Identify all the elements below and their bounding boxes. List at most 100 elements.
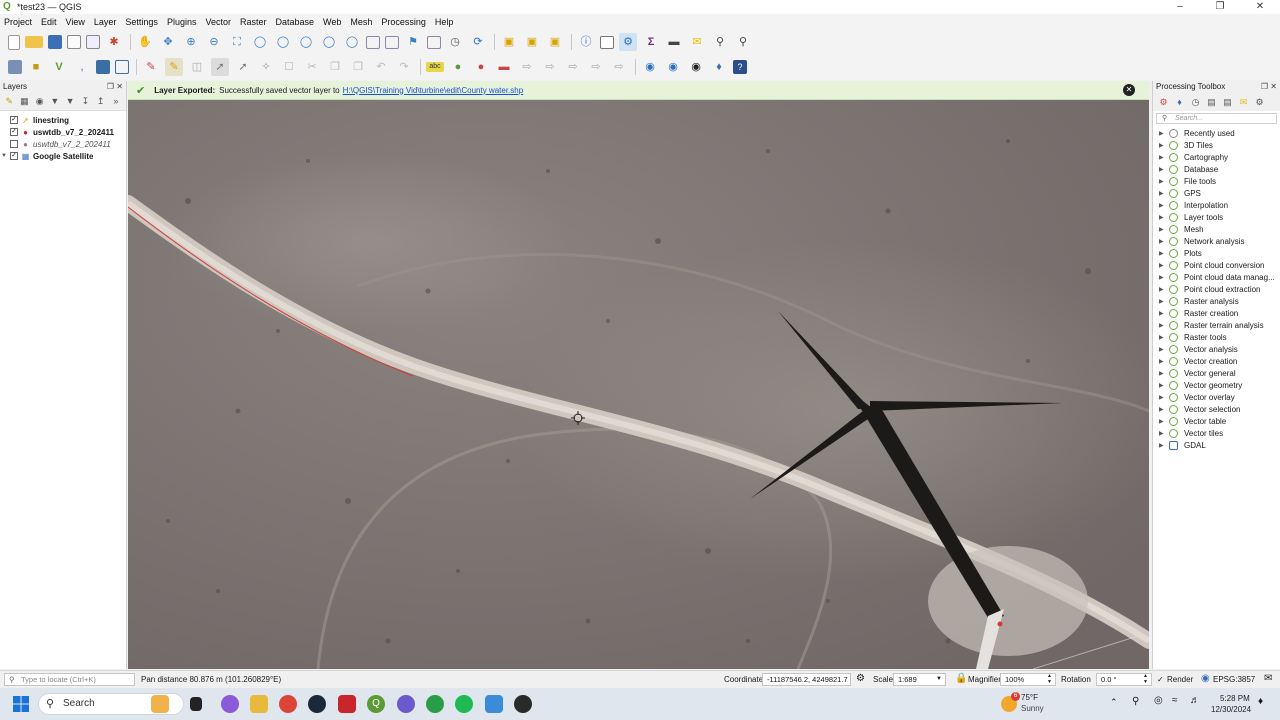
toolbox-group[interactable]: ▶ Vector tiles xyxy=(1153,427,1280,439)
menu-vector[interactable]: Vector xyxy=(205,17,231,27)
tips-icon[interactable]: ✉ xyxy=(1238,97,1249,108)
menu-processing[interactable]: Processing xyxy=(381,17,426,27)
plugin-globe-icon[interactable]: ◉ xyxy=(687,58,705,76)
digitize-line-icon[interactable]: ➚ xyxy=(211,58,229,76)
toolbox-group[interactable]: ▶ Vector overlay xyxy=(1153,391,1280,403)
toolbox-group[interactable]: ▶ Mesh xyxy=(1153,223,1280,235)
coordinate-field[interactable]: -11187546.2, 4249821.7 xyxy=(762,673,851,686)
add-raster-layer-icon[interactable] xyxy=(96,60,110,74)
toolbox-group[interactable]: ▶ Vector creation xyxy=(1153,355,1280,367)
layer-row-uswtdb-copy[interactable]: ● uswtdb_v7_2_202411 xyxy=(0,138,126,150)
expand-arrow-icon[interactable]: ▼ xyxy=(0,153,8,159)
locator-search-input[interactable]: ⚲ Type to locate (Ctrl+K) xyxy=(4,673,135,686)
rotate-label-icon[interactable]: ⇨ xyxy=(518,58,536,76)
visibility-eye-icon[interactable]: ◉ xyxy=(35,96,45,107)
style-manager-icon[interactable]: ✱ xyxy=(105,33,123,51)
toggle-extents-icon[interactable]: ⚙ xyxy=(856,673,865,684)
map-canvas[interactable] xyxy=(128,81,1149,669)
select-features-icon[interactable]: ▣ xyxy=(500,33,518,51)
scale-combo[interactable]: 1:689 ▼ xyxy=(893,673,946,686)
rotation-spinbox[interactable]: 0.0 ° ▲ ▼ xyxy=(1096,673,1152,686)
toolbox-group[interactable]: ▶ Interpolation xyxy=(1153,199,1280,211)
edit-features-inplace-icon[interactable]: ▤ xyxy=(1222,97,1233,108)
menu-plugins[interactable]: Plugins xyxy=(167,17,197,27)
show-hide-labels-icon[interactable]: ● xyxy=(472,58,490,76)
zoom-next-icon[interactable]: ◯ xyxy=(343,33,361,51)
copy-features-icon[interactable]: ❐ xyxy=(326,58,344,76)
clock-time[interactable]: 5:28 PM xyxy=(1220,694,1250,703)
models-icon[interactable]: ⚙ xyxy=(1158,97,1169,108)
panel-float-close-icon[interactable]: ❐ ✕ xyxy=(107,81,123,93)
map-tips-icon[interactable]: ✉ xyxy=(688,33,706,51)
add-wms-layer-icon[interactable] xyxy=(115,60,129,74)
widgets-icon[interactable] xyxy=(151,695,169,713)
save-project-icon[interactable] xyxy=(48,35,62,49)
network-icon[interactable]: ◎ xyxy=(1154,695,1163,706)
spotify-icon[interactable] xyxy=(455,695,473,713)
file-explorer-icon[interactable] xyxy=(250,695,268,713)
location-icon[interactable]: ⚲ xyxy=(1132,696,1139,707)
new-print-layout-icon[interactable] xyxy=(67,35,81,49)
locate-icon[interactable]: ⚲ xyxy=(734,33,752,51)
expand-all-icon[interactable]: ↧ xyxy=(80,96,90,107)
measure-icon[interactable]: ▬ xyxy=(665,33,683,51)
show-bookmarks-icon[interactable] xyxy=(427,35,441,49)
processing-search-input[interactable]: ⚲ Search... xyxy=(1156,113,1277,124)
menu-project[interactable]: Project xyxy=(4,17,32,27)
deselect-icon[interactable]: ▣ xyxy=(546,33,564,51)
lock-scale-icon[interactable]: 🔒 xyxy=(955,673,967,684)
zoom-full-icon[interactable]: ⛶ xyxy=(228,33,246,51)
toggle-editing-icon[interactable]: ✎ xyxy=(165,58,183,76)
toolbox-group[interactable]: ▶ Vector table xyxy=(1153,415,1280,427)
paste-features-icon[interactable]: ❐ xyxy=(349,58,367,76)
add-vector-layer-icon[interactable]: V xyxy=(50,58,68,76)
obs-icon[interactable] xyxy=(514,695,532,713)
open-attribute-table-icon[interactable] xyxy=(600,35,614,49)
history-icon[interactable]: ◷ xyxy=(1190,97,1201,108)
vertex-tool-icon[interactable]: ➚ xyxy=(234,58,252,76)
tray-overflow-icon[interactable]: ⌃ xyxy=(1110,697,1118,708)
layer-visibility-checkbox[interactable] xyxy=(10,140,18,148)
message-file-link[interactable]: H:\QGIS\Training Vid\turbine\edit\County… xyxy=(343,86,524,95)
menu-mesh[interactable]: Mesh xyxy=(350,17,372,27)
notifications-bell-icon[interactable]: ♦ xyxy=(1258,696,1263,707)
toolbox-group[interactable]: ▶ Raster tools xyxy=(1153,331,1280,343)
add-group-icon[interactable]: ▦ xyxy=(19,96,29,107)
data-source-manager-icon[interactable] xyxy=(8,60,22,74)
open-project-icon[interactable] xyxy=(25,36,43,48)
menu-web[interactable]: Web xyxy=(323,17,341,27)
delete-selected-icon[interactable]: ☐ xyxy=(280,58,298,76)
processing-toolbox-icon[interactable]: ⚙ xyxy=(619,33,637,51)
results-viewer-icon[interactable]: ▤ xyxy=(1206,97,1217,108)
toolbox-group[interactable]: ▶ Point cloud extraction xyxy=(1153,283,1280,295)
toolbox-group[interactable]: ▶ GPS xyxy=(1153,187,1280,199)
identify-icon[interactable]: ⓘ xyxy=(577,33,595,51)
toolbox-group[interactable]: ▶ Cartography xyxy=(1153,151,1280,163)
collapse-all-icon[interactable]: ↥ xyxy=(96,96,106,107)
toolbox-group[interactable]: ▶ GDAL xyxy=(1153,439,1280,451)
layout-manager-icon[interactable] xyxy=(86,35,100,49)
zoom-last-icon[interactable]: ◯ xyxy=(320,33,338,51)
toolbox-group[interactable]: ▶ Point cloud conversion xyxy=(1153,259,1280,271)
metasearch-settings-icon[interactable]: ◉ xyxy=(664,58,682,76)
crs-button[interactable]: EPSG:3857 xyxy=(1213,675,1255,684)
toolbox-group[interactable]: ▶ Database xyxy=(1153,163,1280,175)
text-annotation-icon[interactable]: ⚲ xyxy=(711,33,729,51)
scripts-icon[interactable]: ♦ xyxy=(1174,97,1185,108)
menu-layer[interactable]: Layer xyxy=(94,17,117,27)
refresh-icon[interactable]: ⟳ xyxy=(469,33,487,51)
new-geopackage-icon[interactable]: ■ xyxy=(27,58,45,76)
options-icon[interactable]: ⚙ xyxy=(1254,97,1265,108)
select-by-value-icon[interactable]: ▣ xyxy=(523,33,541,51)
wifi-icon[interactable]: ≈ xyxy=(1172,695,1178,706)
toolbox-group[interactable]: ▶ Layer tools xyxy=(1153,211,1280,223)
more-icon[interactable]: » xyxy=(111,96,121,107)
move-label-icon[interactable]: ▬ xyxy=(495,58,513,76)
maximize-icon[interactable]: ❐ xyxy=(1200,0,1240,14)
toolbox-group[interactable]: ▶ Point cloud data manag... xyxy=(1153,271,1280,283)
undo-icon[interactable]: ↶ xyxy=(372,58,390,76)
toolbox-group[interactable]: ▶ 3D Tiles xyxy=(1153,139,1280,151)
add-delimited-text-icon[interactable]: , xyxy=(73,58,91,76)
pan-to-selection-icon[interactable]: ✥ xyxy=(159,33,177,51)
minimize-icon[interactable]: – xyxy=(1160,0,1200,14)
